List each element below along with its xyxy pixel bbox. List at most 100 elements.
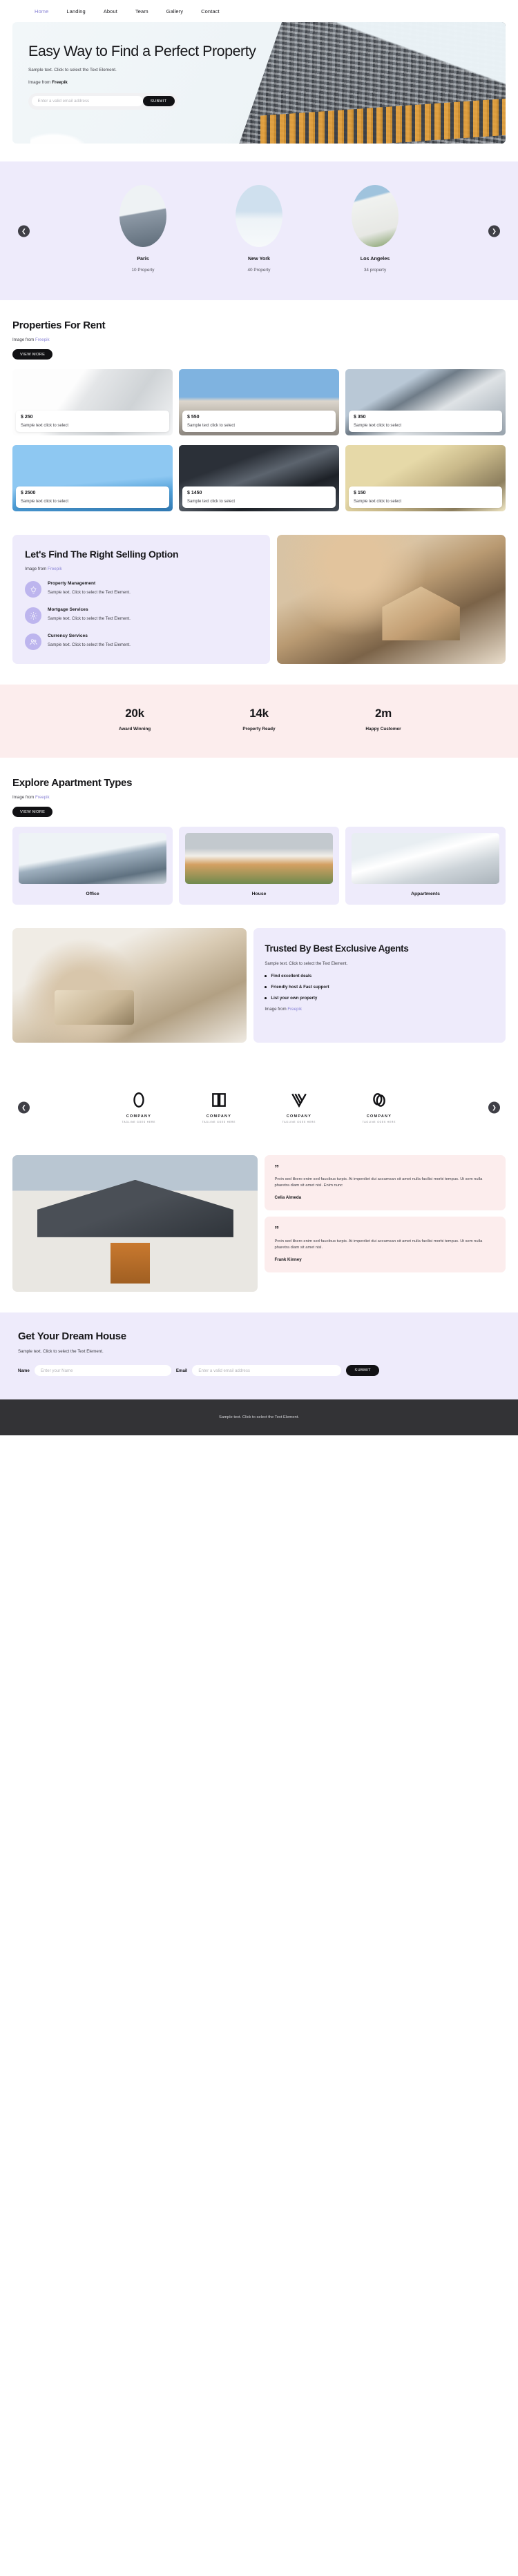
property-caption: Sample text click to select xyxy=(187,500,236,504)
type-label: Appartments xyxy=(411,892,440,897)
trusted-credit-prefix: Image from xyxy=(265,1006,288,1012)
partner-logo-tagline: TAGLINE GOES HERE xyxy=(122,1121,156,1124)
type-label: House xyxy=(251,892,267,897)
selling-title: Let's Find The Right Selling Option xyxy=(25,549,179,560)
nav-item-home[interactable]: Home xyxy=(35,8,48,14)
cities-list: Paris 10 Property New York 40 Property L… xyxy=(0,185,518,273)
trusted-bullet: Find excellent deals xyxy=(265,974,495,979)
hero-image-credit: Image from Freepik xyxy=(28,80,269,85)
partner-logo[interactable]: COMPANY TAGLINE GOES HERE xyxy=(276,1090,322,1123)
cta-form: Name Email SUBMIT xyxy=(18,1365,500,1377)
partner-logo-tagline: TAGLINE GOES HERE xyxy=(362,1121,396,1124)
city-image-los-angeles xyxy=(352,185,399,247)
testimonial-list: ” Proin sed libero enim sed faucibus tur… xyxy=(265,1155,506,1292)
partner-logo[interactable]: COMPANY TAGLINE GOES HERE xyxy=(116,1090,162,1123)
selling-credit-link[interactable]: Freepik xyxy=(48,567,62,571)
type-card-office[interactable]: Office xyxy=(12,827,173,905)
selling-credit-prefix: Image from xyxy=(25,567,48,572)
service-title: Mortgage Services xyxy=(48,607,88,613)
testimonial-card: ” Proin sed libero enim sed faucibus tur… xyxy=(265,1217,506,1272)
property-caption: Sample text click to select xyxy=(21,500,69,504)
trusted-title: Trusted By Best Exclusive Agents xyxy=(265,943,409,954)
v-stripes-logo-icon xyxy=(276,1090,322,1110)
stat-label: Property Ready xyxy=(242,727,276,732)
types-credit-prefix: Image from xyxy=(12,795,36,800)
rent-credit-link[interactable]: Freepik xyxy=(35,337,50,342)
cities-prev-arrow[interactable]: ❮ xyxy=(18,225,30,237)
rent-view-more-button[interactable]: VIEW MORE xyxy=(12,349,53,360)
nav-item-gallery[interactable]: Gallery xyxy=(166,8,183,14)
property-price: $ 2500 xyxy=(21,491,36,495)
hero-building-image xyxy=(239,22,506,144)
nav-item-landing[interactable]: Landing xyxy=(66,8,85,14)
type-image-appartments xyxy=(352,833,499,885)
property-price: $ 150 xyxy=(354,491,366,495)
hero-content: Easy Way to Find a Perfect Property Samp… xyxy=(12,22,269,144)
hero-credit-prefix: Image from xyxy=(28,79,52,85)
cities-next-arrow[interactable]: ❯ xyxy=(488,225,500,237)
selling-option-section: Let's Find The Right Selling Option Imag… xyxy=(0,535,518,665)
city-card[interactable]: New York 40 Property xyxy=(224,185,294,273)
nav-item-team[interactable]: Team xyxy=(135,8,148,14)
property-card[interactable]: $ 550 Sample text click to select xyxy=(179,369,339,435)
partner-logo[interactable]: COMPANY TAGLINE GOES HERE xyxy=(356,1090,402,1123)
cta-section: Get Your Dream House Sample text. Click … xyxy=(0,1312,518,1400)
main-navigation: Home Landing About Team Gallery Contact xyxy=(0,0,518,22)
property-card[interactable]: $ 150 Sample text click to select xyxy=(345,445,506,511)
logos-prev-arrow[interactable]: ❮ xyxy=(18,1101,30,1114)
trusted-image-credit: Image from Freepik xyxy=(265,1007,495,1012)
footer-text: Sample text. Click to select the Text El… xyxy=(219,1415,299,1420)
partner-logo[interactable]: COMPANY TAGLINE GOES HERE xyxy=(196,1090,242,1123)
types-view-more-button[interactable]: VIEW MORE xyxy=(12,807,53,818)
cta-name-input[interactable] xyxy=(34,1365,171,1377)
property-card-label: $ 150 Sample text click to select xyxy=(349,486,502,508)
property-price: $ 550 xyxy=(187,415,200,420)
type-card-appartments[interactable]: Appartments xyxy=(345,827,506,905)
partner-logo-name: COMPANY xyxy=(206,1114,232,1119)
trusted-agents-section: Trusted By Best Exclusive Agents Sample … xyxy=(0,928,518,1043)
property-caption: Sample text click to select xyxy=(21,424,69,428)
cta-submit-button[interactable]: SUBMIT xyxy=(346,1365,379,1377)
stat-item: 14k Property Ready xyxy=(227,707,291,731)
type-card-house[interactable]: House xyxy=(179,827,339,905)
rent-credit-prefix: Image from xyxy=(12,337,36,342)
hero-cloud-decoration xyxy=(30,132,88,144)
property-card-label: $ 350 Sample text click to select xyxy=(349,411,502,432)
hero-banner: Easy Way to Find a Perfect Property Samp… xyxy=(12,22,506,144)
hero-submit-button[interactable]: SUBMIT xyxy=(142,96,175,107)
property-card[interactable]: $ 1450 Sample text click to select xyxy=(179,445,339,511)
hero-title: Easy Way to Find a Perfect Property xyxy=(28,43,256,59)
open-book-logo-icon xyxy=(196,1090,242,1110)
service-title: Currency Services xyxy=(48,633,88,639)
service-item: Mortgage Services Sample text. Click to … xyxy=(25,607,258,625)
trusted-bullet: List your own property xyxy=(265,996,495,1001)
logos-next-arrow[interactable]: ❯ xyxy=(488,1101,500,1114)
types-image-credit: Image from Freepik xyxy=(12,795,506,800)
trusted-credit-link[interactable]: Freepik xyxy=(287,1007,302,1012)
cta-email-input[interactable] xyxy=(192,1365,342,1377)
property-price: $ 1450 xyxy=(187,491,202,495)
type-image-house xyxy=(185,833,333,885)
property-card[interactable]: $ 2500 Sample text click to select xyxy=(12,445,173,511)
nav-item-contact[interactable]: Contact xyxy=(201,8,220,14)
stat-value: 2m xyxy=(375,707,392,720)
stat-label: Award Winning xyxy=(118,727,151,732)
city-property-count: 34 property xyxy=(363,268,387,273)
testimonial-author: Frank Kinney xyxy=(274,1257,302,1262)
lightbulb-icon xyxy=(25,581,41,598)
property-card[interactable]: $ 350 Sample text click to select xyxy=(345,369,506,435)
selling-content: Let's Find The Right Selling Option Imag… xyxy=(12,535,271,665)
types-credit-link[interactable]: Freepik xyxy=(35,795,50,800)
nav-item-about[interactable]: About xyxy=(104,8,117,14)
trusted-keys-image xyxy=(12,928,247,1043)
stats-band: 20k Award Winning 14k Property Ready 2m … xyxy=(0,685,518,758)
service-item: Property Management Sample text. Click t… xyxy=(25,581,258,598)
property-card-label: $ 2500 Sample text click to select xyxy=(16,486,169,508)
rent-cards-row-2: $ 2500 Sample text click to select $ 145… xyxy=(12,445,506,511)
hero-section: Easy Way to Find a Perfect Property Samp… xyxy=(0,22,518,144)
hero-email-input[interactable] xyxy=(31,96,143,107)
city-card[interactable]: Paris 10 Property xyxy=(108,185,178,273)
quote-mark-icon: ” xyxy=(274,1224,279,1235)
city-card[interactable]: Los Angeles 34 property xyxy=(340,185,410,273)
property-card[interactable]: $ 250 Sample text click to select xyxy=(12,369,173,435)
